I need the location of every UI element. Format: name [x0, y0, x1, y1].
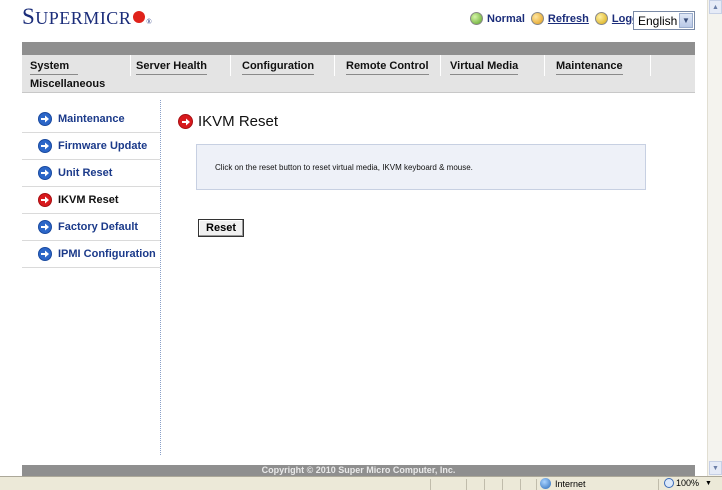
copyright-text: Copyright © 2010 Super Micro Computer, I…: [261, 465, 456, 475]
status-divider: [520, 479, 521, 490]
sidebar-item-label: Factory Default: [58, 221, 139, 233]
zoom-control[interactable]: 100% ▼: [664, 478, 712, 488]
menu-divider: [230, 55, 231, 76]
menu-divider: [334, 55, 335, 76]
scroll-down-icon[interactable]: ▼: [709, 461, 722, 475]
menu-miscellaneous[interactable]: Miscellaneous: [30, 78, 105, 92]
vertical-scrollbar[interactable]: ▲ ▼: [707, 0, 722, 476]
info-box: Click on the reset button to reset virtu…: [196, 144, 646, 190]
sidebar-item-unit-reset[interactable]: Unit Reset: [22, 160, 160, 187]
sidebar-item-ikvm-reset[interactable]: IKVM Reset: [22, 187, 160, 214]
page-title-text: IKVM Reset: [198, 113, 279, 130]
logout-icon[interactable]: [594, 12, 608, 25]
arrow-right-circle-icon: [38, 166, 52, 180]
sidebar-item-label: Maintenance: [58, 113, 125, 125]
menu-remote-control[interactable]: Remote Control: [346, 60, 429, 75]
sub-menu: Miscellaneous: [22, 76, 695, 93]
chevron-down-icon[interactable]: ▼: [705, 480, 712, 487]
chevron-down-icon[interactable]: ▼: [679, 13, 693, 28]
sidebar-item-label: Unit Reset: [58, 167, 113, 179]
menu-configuration[interactable]: Configuration: [242, 60, 315, 75]
reset-button[interactable]: Reset: [198, 219, 244, 237]
logo-registered: ®: [146, 18, 153, 26]
page-title: IKVM Reset: [178, 113, 278, 130]
menu-server-health[interactable]: Server Health: [136, 60, 207, 75]
logo-dot: [133, 11, 146, 23]
status-divider: [502, 479, 503, 490]
menu-virtual-media[interactable]: Virtual Media: [450, 60, 519, 75]
supermicro-logo: S UPERMICR ®: [22, 4, 153, 29]
status-divider: [466, 479, 467, 490]
app-window: S UPERMICR ® Normal Refresh Logout English…: [0, 0, 722, 490]
ok-check-icon: [470, 12, 483, 25]
arrow-right-circle-icon: [38, 247, 52, 261]
sidebar-item-ipmi-configuration[interactable]: IPMI Configuration: [22, 241, 160, 268]
menu-divider: [650, 55, 651, 76]
zoom-value: 100%: [676, 478, 700, 488]
sidebar-item-maintenance[interactable]: Maintenance: [22, 106, 160, 133]
arrow-right-circle-icon: [38, 193, 52, 207]
sidebar: Maintenance Firmware Update Unit Reset I…: [22, 106, 160, 268]
zoom-icon: [664, 478, 674, 488]
language-select[interactable]: English ▼: [633, 11, 695, 30]
status-divider: [484, 479, 485, 490]
refresh-icon[interactable]: [530, 12, 544, 25]
menu-divider: [544, 55, 545, 76]
menu-divider: [130, 55, 131, 76]
scroll-up-icon[interactable]: ▲: [709, 0, 722, 14]
menu-maintenance[interactable]: Maintenance: [556, 60, 623, 75]
status-text: Normal: [487, 12, 525, 25]
arrow-right-circle-icon: [38, 139, 52, 153]
sidebar-item-firmware-update[interactable]: Firmware Update: [22, 133, 160, 160]
arrow-right-circle-icon: [178, 114, 193, 129]
refresh-link[interactable]: Refresh: [548, 13, 589, 25]
browser-status-bar: Internet 100% ▼: [0, 476, 722, 490]
globe-icon: [540, 478, 551, 489]
sidebar-divider: [160, 100, 161, 455]
zone-text: Internet: [555, 478, 586, 489]
menu-divider: [440, 55, 441, 76]
sidebar-item-label: Firmware Update: [58, 140, 148, 152]
logo-text: UPERMICR: [35, 8, 132, 28]
language-value: English: [638, 13, 678, 28]
sidebar-item-label: IPMI Configuration: [58, 248, 156, 260]
info-text: Click on the reset button to reset virtu…: [215, 162, 473, 172]
status-divider: [430, 479, 431, 490]
menu-system[interactable]: System: [30, 60, 78, 75]
footer: Copyright © 2010 Super Micro Computer, I…: [22, 465, 695, 476]
header-status-bar: Normal Refresh Logout: [470, 12, 655, 25]
logo-initial: S: [22, 4, 36, 29]
sidebar-item-label: IKVM Reset: [58, 194, 119, 206]
security-zone: Internet: [540, 478, 586, 489]
status-divider: [536, 479, 537, 490]
arrow-right-circle-icon: [38, 220, 52, 234]
status-divider: [658, 479, 659, 490]
arrow-right-circle-icon: [38, 112, 52, 126]
main-menu: System Server Health Configuration Remot…: [22, 55, 695, 76]
header-band: [22, 42, 695, 55]
sidebar-item-factory-default[interactable]: Factory Default: [22, 214, 160, 241]
